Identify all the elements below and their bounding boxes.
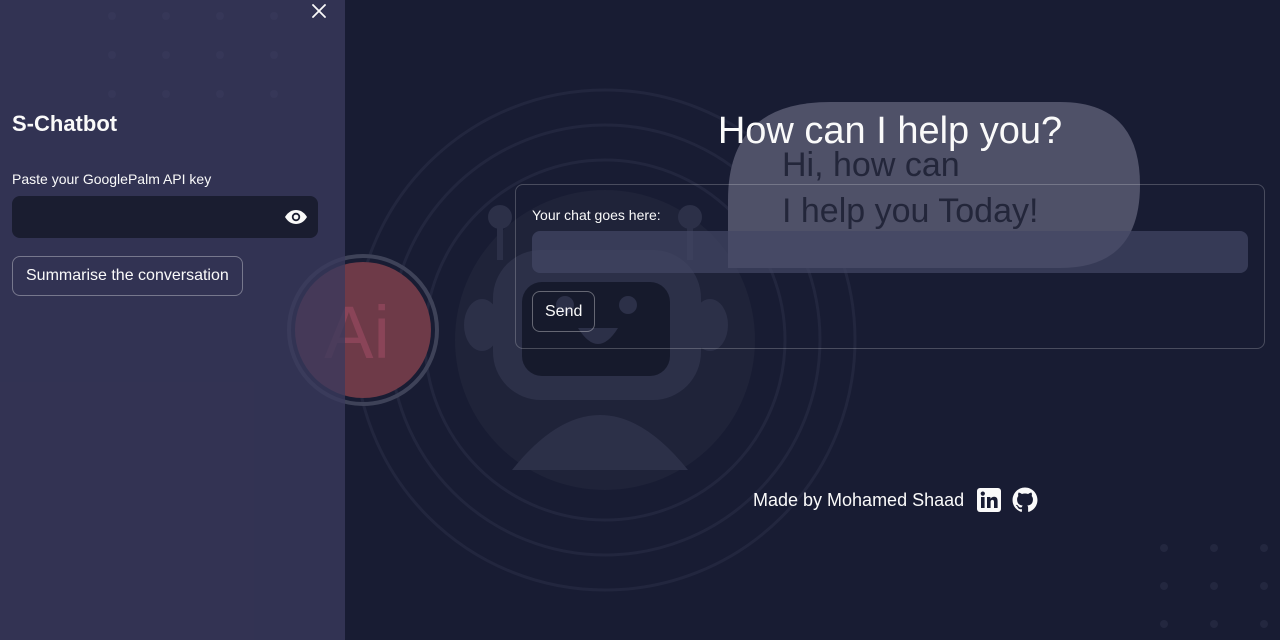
- github-icon[interactable]: [1012, 487, 1038, 513]
- sidebar: S-Chatbot Paste your GooglePalm API key …: [0, 0, 345, 640]
- summarise-button[interactable]: Summarise the conversation: [12, 256, 243, 296]
- chat-input-label: Your chat goes here:: [532, 207, 661, 223]
- api-key-field: [12, 196, 318, 238]
- made-by-text: Made by Mohamed Shaad: [753, 489, 965, 510]
- send-button[interactable]: Send: [532, 291, 596, 332]
- show-password-button[interactable]: [274, 196, 318, 238]
- chat-form: Your chat goes here: Send: [515, 184, 1265, 349]
- close-sidebar-button[interactable]: [308, 0, 330, 22]
- footer: Made by Mohamed Shaad: [753, 486, 1038, 514]
- close-icon: [312, 4, 326, 18]
- chat-input[interactable]: [532, 231, 1248, 273]
- sidebar-title: S-Chatbot: [12, 111, 118, 136]
- page-title: How can I help you?: [717, 110, 1063, 152]
- eye-icon: [285, 210, 307, 224]
- api-key-input[interactable]: [12, 196, 274, 238]
- dot-grid-bottom: [1160, 544, 1268, 628]
- api-key-label: Paste your GooglePalm API key: [12, 171, 212, 187]
- linkedin-icon[interactable]: [976, 487, 1002, 513]
- app-root: Ai Hi, how can I help you Today! S-Chatb…: [0, 0, 1280, 640]
